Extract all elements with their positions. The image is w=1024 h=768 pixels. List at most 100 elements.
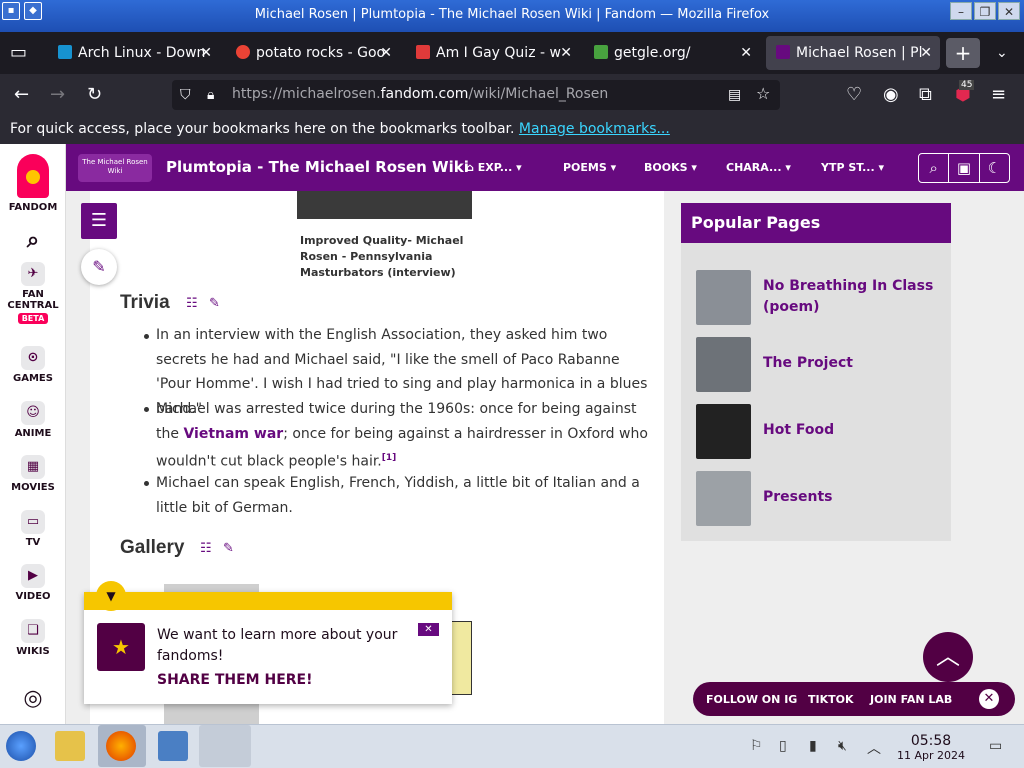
wiki-logo[interactable]: The Michael Rosen Wiki (78, 154, 152, 182)
collapse-chevron-icon[interactable]: ▼ (96, 581, 126, 611)
tab-quiz[interactable]: Am I Gay Quiz - w ✕ (406, 36, 580, 70)
minimize-button[interactable]: – (950, 2, 972, 20)
firefox-icon[interactable] (106, 731, 136, 761)
nav-characters[interactable]: CHARA... ▾ (726, 161, 791, 174)
quiz-site-icon (416, 45, 430, 59)
manage-bookmarks-link[interactable]: Manage bookmarks... (519, 121, 670, 137)
nav-poems[interactable]: POEMS ▾ (563, 161, 616, 174)
taskbar-window-button[interactable] (199, 725, 251, 767)
lock-icon[interactable]: 🔒︎ (207, 85, 214, 105)
app-menu-icon[interactable]: ≡ (991, 85, 1006, 105)
tab-overview-icon[interactable]: ▭ (10, 43, 27, 63)
reference-link[interactable]: [1] (382, 453, 397, 463)
close-tab-icon[interactable]: ✕ (380, 36, 392, 70)
wiki-search-icon[interactable]: ⌕ (919, 154, 950, 182)
tab-michael-rosen[interactable]: Michael Rosen | Pl ✕ (766, 36, 940, 70)
start-menu-icon[interactable] (6, 731, 36, 761)
join-fan-lab-link[interactable]: JOIN FAN LAB (870, 693, 952, 706)
back-icon[interactable]: ← (14, 85, 29, 105)
show-desktop-icon[interactable]: ▭ (989, 738, 1002, 754)
popular-thumbnail[interactable] (696, 270, 751, 325)
tray-expand-icon[interactable]: ︿ (867, 738, 881, 758)
popular-page-link[interactable]: Presents (763, 487, 938, 508)
rocket-icon: ✈ (21, 262, 45, 286)
nav-explore[interactable]: ⌂ EXP... ▾ (466, 161, 522, 174)
tiktok-link[interactable]: TIKTOK (808, 693, 854, 706)
clock[interactable]: 05:58 11 Apr 2024 (895, 733, 967, 762)
reload-icon[interactable]: ↻ (87, 85, 102, 105)
section-edit-icon[interactable]: ✎ (209, 296, 220, 311)
wiki-name[interactable]: Plumtopia - The Michael Rosen Wiki (166, 158, 469, 176)
follow-ig-link[interactable]: FOLLOW ON IG (706, 693, 797, 706)
mute-volume-icon[interactable]: 🔇︎ (838, 738, 847, 754)
new-tab-button[interactable]: + (946, 38, 980, 68)
dark-mode-icon[interactable]: ☾ (980, 154, 1009, 182)
wiki-header: The Michael Rosen Wiki Plumtopia - The M… (66, 144, 1024, 191)
search-icon: ⌕ (26, 228, 40, 253)
popular-page-link[interactable]: Hot Food (763, 420, 938, 441)
scroll-to-top-button[interactable]: ︿ (923, 632, 973, 682)
battery-icon[interactable]: ▮ (809, 738, 817, 754)
system-settings-icon[interactable] (158, 731, 188, 761)
list-all-tabs-icon[interactable]: ⌄ (996, 43, 1008, 63)
close-tab-icon[interactable]: ✕ (560, 36, 572, 70)
infobox-image[interactable] (297, 191, 472, 219)
survey-share-link[interactable]: SHARE THEM HERE! (157, 672, 313, 688)
url-text[interactable]: https://michaelrosen.fandom.com/wiki/Mic… (232, 86, 608, 102)
survey-close-icon[interactable]: ✕ (418, 623, 439, 636)
shield-icon[interactable]: ⛉ (180, 85, 191, 105)
edit-pencil-icon[interactable]: ✎ (81, 249, 117, 285)
nav-books[interactable]: BOOKS ▾ (644, 161, 697, 174)
close-tab-icon[interactable]: ✕ (200, 36, 212, 70)
wikis-link[interactable]: ❑ WIKIS (0, 619, 66, 657)
tab-potato-rocks[interactable]: potato rocks - Goo ✕ (226, 36, 400, 70)
close-window-button[interactable]: ✕ (998, 2, 1020, 20)
video-link[interactable]: ▶ VIDEO (0, 564, 66, 602)
popular-page-link[interactable]: The Project (763, 353, 938, 374)
book-icon: ❑ (21, 619, 45, 643)
survey-illustration-icon: ★ (97, 623, 145, 671)
anime-link[interactable]: ☺ ANIME (0, 401, 66, 439)
bookmark-star-icon[interactable]: ☆ (756, 84, 770, 104)
maximize-button[interactable]: ❐ (974, 2, 996, 20)
user-account-button[interactable]: ◎ (0, 686, 66, 711)
table-of-contents-icon[interactable]: ☰ (81, 203, 117, 239)
pocket-icon[interactable]: ♡ (846, 85, 862, 105)
close-tab-icon[interactable]: ✕ (740, 36, 752, 70)
image-caption: Improved Quality- Michael Rosen - Pennsy… (300, 234, 464, 279)
account-icon[interactable]: ◉ (883, 85, 899, 105)
popular-pages-heading: Popular Pages (681, 203, 951, 243)
extension-badge: 45 (959, 80, 975, 90)
section-toc-icon[interactable]: ☷ (186, 296, 198, 311)
popular-page-link[interactable]: No Breathing In Class (poem) (763, 276, 938, 318)
section-edit-icon[interactable]: ✎ (223, 541, 234, 556)
popular-thumbnail[interactable] (696, 471, 751, 526)
movies-link[interactable]: ▦ MOVIES (0, 455, 66, 493)
popular-thumbnail[interactable] (696, 337, 751, 392)
file-manager-icon[interactable] (55, 731, 85, 761)
tv-link[interactable]: ▭ TV (0, 510, 66, 548)
forward-icon[interactable]: → (50, 85, 65, 105)
tab-arch-linux[interactable]: Arch Linux - Down ✕ (48, 36, 220, 70)
anime-face-icon: ☺ (21, 401, 45, 425)
nav-ytp[interactable]: YTP ST... ▾ (821, 161, 884, 174)
tab-getgle[interactable]: getgle.org/ ✕ (584, 36, 760, 70)
follow-bar-close-icon[interactable]: ✕ (979, 689, 999, 709)
notification-icon[interactable]: ⚐ (750, 738, 763, 754)
extensions-icon[interactable]: ⧉ (919, 85, 932, 105)
popular-thumbnail[interactable] (696, 404, 751, 459)
close-tab-icon[interactable]: ✕ (920, 36, 932, 70)
fan-central-link[interactable]: ✈ FAN CENTRAL BETA (0, 262, 66, 324)
vietnam-war-link[interactable]: Vietnam war (183, 426, 283, 442)
user-icon: ◎ (23, 686, 43, 711)
discussions-icon[interactable]: ▣ (949, 154, 980, 182)
fandom-logo[interactable]: FANDOM (0, 154, 66, 213)
section-toc-icon[interactable]: ☷ (200, 541, 212, 556)
reader-view-icon[interactable]: ▤ (728, 85, 741, 105)
fandom-global-nav: FANDOM ⌕ ✈ FAN CENTRAL BETA ⊙ GAMES ☺ ANIME… (0, 144, 66, 724)
clipboard-icon[interactable]: ▯ (779, 738, 787, 754)
gallery-heading: Gallery (120, 537, 185, 558)
beta-badge: BETA (17, 313, 49, 324)
search-rail-button[interactable]: ⌕ (0, 228, 66, 253)
games-link[interactable]: ⊙ GAMES (0, 346, 66, 384)
